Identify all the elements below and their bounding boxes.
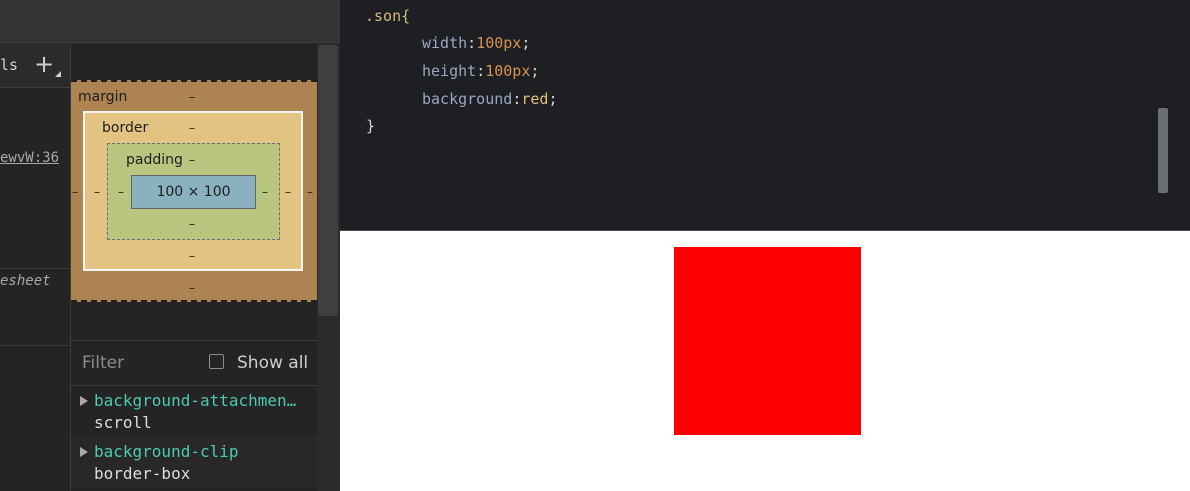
expand-triangle-icon[interactable] bbox=[80, 447, 88, 457]
add-rule-button[interactable]: + bbox=[34, 50, 54, 78]
border-top-value[interactable]: – bbox=[189, 121, 195, 135]
margin-label: margin bbox=[78, 89, 128, 105]
padding-top-value[interactable]: – bbox=[189, 153, 195, 167]
css-property-name: width bbox=[422, 34, 468, 52]
tab-styles-label[interactable]: ls bbox=[0, 56, 18, 74]
css-closing-brace[interactable]: } bbox=[366, 117, 375, 135]
margin-right-value[interactable]: – bbox=[307, 185, 313, 199]
border-bottom-value[interactable]: – bbox=[189, 249, 195, 263]
computed-property-name: background-clip bbox=[94, 442, 239, 461]
show-all-label[interactable]: Show all bbox=[237, 353, 308, 373]
filter-input[interactable]: Filter bbox=[82, 353, 124, 373]
styles-pane bbox=[0, 43, 71, 491]
dropdown-corner-icon[interactable] bbox=[55, 71, 61, 77]
show-all-checkbox[interactable] bbox=[209, 354, 224, 369]
computed-property-value: border-box bbox=[94, 464, 191, 483]
content-size[interactable]: 100 × 100 bbox=[131, 184, 256, 200]
css-selector[interactable]: .son{ bbox=[365, 7, 410, 25]
style-source-link[interactable]: ewvW:36 bbox=[0, 150, 59, 166]
divider bbox=[0, 345, 70, 346]
son-box[interactable] bbox=[674, 247, 861, 435]
css-property-value: 100px bbox=[476, 34, 522, 52]
devtools-scrollbar-thumb[interactable] bbox=[318, 45, 338, 316]
margin-left-value[interactable]: – bbox=[72, 185, 78, 199]
margin-bottom-value[interactable]: – bbox=[189, 281, 195, 295]
css-property-value: 100px bbox=[485, 62, 531, 80]
editor-scrollbar-thumb[interactable] bbox=[1158, 108, 1168, 193]
css-property-value: red bbox=[521, 90, 549, 108]
padding-label: padding bbox=[126, 152, 183, 168]
css-declaration-width[interactable]: width:100px; bbox=[422, 34, 530, 52]
margin-top-value[interactable]: – bbox=[189, 90, 195, 104]
border-label: border bbox=[102, 120, 149, 136]
divider bbox=[0, 268, 70, 269]
css-property-name: background bbox=[422, 90, 513, 108]
devtools-toolbar bbox=[0, 0, 340, 43]
css-property-name: height bbox=[422, 62, 477, 80]
computed-property-value: scroll bbox=[94, 413, 152, 432]
border-right-value[interactable]: – bbox=[285, 185, 291, 199]
computed-property-name: background-attachmen… bbox=[94, 391, 297, 410]
padding-left-value[interactable]: – bbox=[118, 185, 124, 199]
css-declaration-height[interactable]: height:100px; bbox=[422, 62, 539, 80]
expand-triangle-icon[interactable] bbox=[80, 396, 88, 406]
padding-bottom-value[interactable]: – bbox=[189, 217, 195, 231]
padding-right-value[interactable]: – bbox=[262, 185, 268, 199]
css-declaration-background[interactable]: background:red; bbox=[422, 90, 557, 108]
border-left-value[interactable]: – bbox=[94, 185, 100, 199]
user-agent-stylesheet-label: esheet bbox=[0, 273, 51, 289]
